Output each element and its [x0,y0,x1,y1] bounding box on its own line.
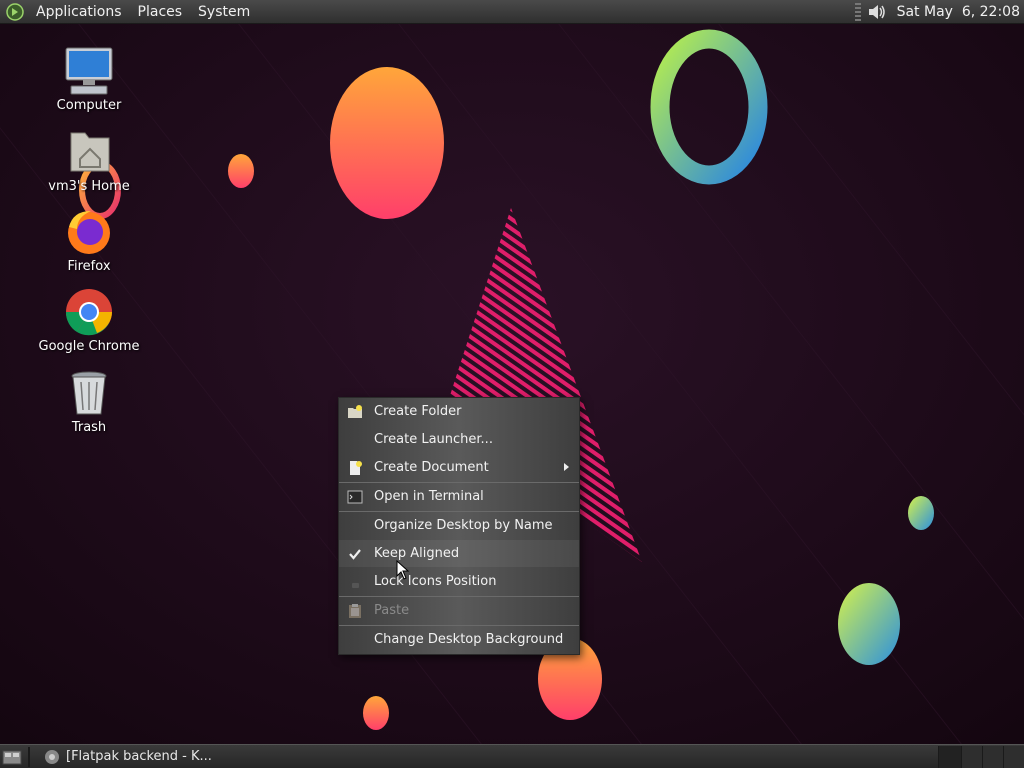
desktop-icon-label: Google Chrome [38,339,140,354]
top-panel: Applications Places System Sat May 6, 22… [0,0,1024,24]
menu-item-label: Organize Desktop by Name [374,518,553,533]
desktop-icon-chrome[interactable]: Google Chrome [34,287,144,354]
menu-item-label: Create Folder [374,404,462,419]
menu-item-label: Change Desktop Background [374,632,564,647]
terminal-icon [347,490,363,503]
menu-item-open-terminal[interactable]: Open in Terminal [339,483,579,510]
paste-icon [349,603,361,618]
menu-item-label: Lock Icons Position [374,574,497,589]
desktop-icon-firefox[interactable]: Firefox [34,207,144,274]
taskbar-button-label: [Flatpak backend - K... [66,749,212,764]
desktop-icon-computer[interactable]: Computer [34,46,144,113]
workspace-1[interactable] [938,745,961,768]
desktop-icon-home[interactable]: vm3's Home [34,127,144,194]
menu-item-label: Open in Terminal [374,489,484,504]
firefox-icon [68,211,110,254]
menu-item-organize-desktop[interactable]: Organize Desktop by Name [339,512,579,539]
menu-applications[interactable]: Applications [28,0,130,24]
desktop-context-menu: Create Folder Create Launcher... Create … [338,397,580,655]
desktop-icon-label: Firefox [67,259,111,274]
menu-item-label: Paste [374,603,410,618]
desktop-icon-label: Trash [71,420,107,435]
trash-icon [71,371,107,415]
checkmark-icon [349,548,361,560]
menu-item-label: Create Launcher... [374,432,493,447]
taskbar-separator [28,746,30,767]
home-folder-icon [70,132,110,172]
menu-item-change-background[interactable]: Change Desktop Background [339,626,579,653]
chrome-icon [45,749,59,764]
computer-icon [65,47,113,95]
desktop-icon-trash[interactable]: Trash [34,368,144,435]
panel-clock[interactable]: Sat May 6, 22:08 [897,4,1020,20]
desktop-icon-label: vm3's Home [48,179,130,194]
chrome-icon [65,289,112,336]
menu-item-label: Keep Aligned [374,546,460,561]
show-desktop-icon[interactable] [2,748,22,766]
menu-item-create-launcher[interactable]: Create Launcher... [339,426,579,453]
workspace-4[interactable] [1003,745,1024,768]
menu-item-create-document[interactable]: Create Document [339,454,579,481]
menu-item-lock-icons[interactable]: Lock Icons Position [339,568,579,595]
menu-item-label: Create Document [374,460,489,475]
panel-grip-handle[interactable] [854,2,861,21]
submenu-arrow-icon [564,463,569,471]
bottom-panel: [Flatpak backend - K... [0,744,1024,768]
menu-system[interactable]: System [190,0,258,24]
workspace-2[interactable] [961,745,982,768]
workspace-3[interactable] [982,745,1003,768]
mouse-cursor-icon [396,560,410,580]
workspace-switcher [938,745,1024,768]
menu-item-keep-aligned[interactable]: Keep Aligned [339,540,579,567]
gnome-foot-icon[interactable] [6,2,24,21]
menu-item-create-folder[interactable]: Create Folder [339,398,579,425]
new-document-icon [350,460,362,475]
lock-checkbox-icon [352,582,359,588]
desktop-icon-label: Computer [56,98,122,113]
volume-icon[interactable] [867,2,887,22]
taskbar-button-flatpak[interactable]: [Flatpak backend - K... [38,746,218,768]
menu-item-paste[interactable]: Paste [339,597,579,624]
menu-places[interactable]: Places [130,0,191,24]
new-folder-icon [348,404,362,418]
